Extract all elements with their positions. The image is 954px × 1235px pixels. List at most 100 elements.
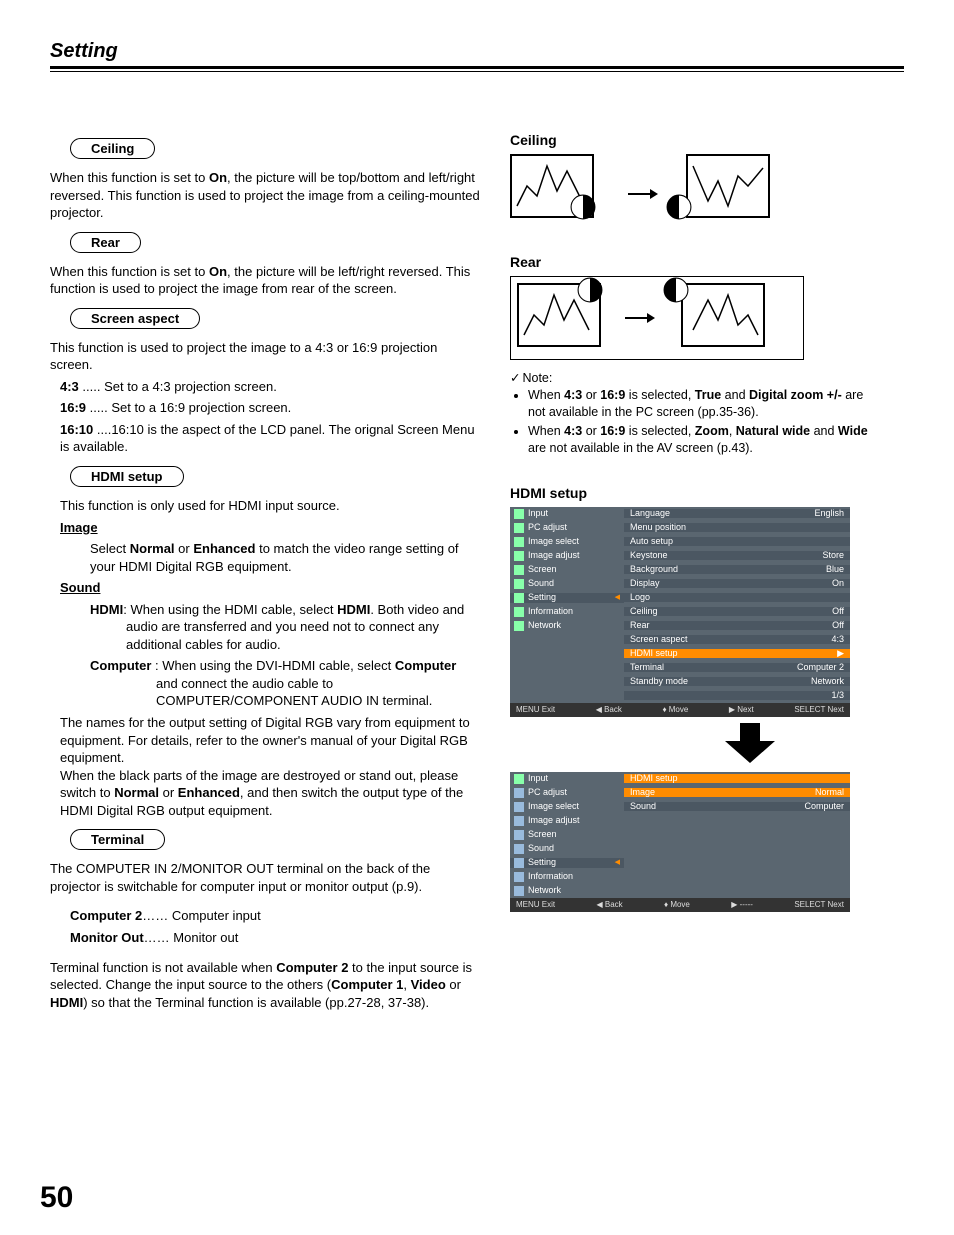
hdmi-sound-computer: Computer : When using the DVI-HDMI cable… — [90, 657, 480, 710]
menu-right-value: 4:3 — [831, 635, 844, 644]
menu-footer-item: ♦ Move — [662, 706, 688, 714]
section-ceiling-label: Ceiling — [70, 138, 155, 159]
menu-right-value: Network — [811, 677, 844, 686]
menu-row: Input Language English — [510, 507, 850, 521]
menu-right-label: Sound — [630, 802, 656, 811]
hdmi-setup-heading: HDMI setup — [510, 485, 870, 501]
menu-row: Screen aspect 4:3 — [510, 633, 850, 647]
menu-footer-item: MENU Exit — [516, 901, 555, 909]
menu-screenshot-1: Input Language English PC adjustMenu positi… — [510, 507, 850, 717]
menu-right-value: ▶ — [837, 649, 844, 658]
section-hdmi-label: HDMI setup — [70, 466, 184, 487]
left-column: Ceiling When this function is set to On,… — [50, 132, 480, 1015]
rear-text: When this function is set to On, the pic… — [50, 263, 480, 298]
hdmi-intro: This function is only used for HDMI inpu… — [60, 497, 480, 515]
menu-row: HDMI setup▶ — [510, 647, 850, 661]
hdmi-sound-label: Sound — [60, 579, 480, 597]
aspect-item: 16:9 ..... Set to a 16:9 projection scre… — [60, 399, 480, 417]
menu-footer-item: SELECT Next — [794, 706, 844, 714]
menu-right-label: Display — [630, 579, 660, 588]
note-block: ✓Note: When 4:3 or 16:9 is selected, Tru… — [510, 370, 870, 457]
menu-footer: MENU Exit◀ Back♦ Move▶ -----SELECT Next — [510, 898, 850, 912]
menu-header: HDMI setup — [630, 774, 678, 783]
menu-right-value: Blue — [826, 565, 844, 574]
menu-item-icon — [514, 537, 524, 547]
menu-row: Standby mode Network — [510, 675, 850, 689]
page-number: 50 — [40, 1181, 73, 1215]
hdmi-image-text: Select Normal or Enhanced to match the v… — [90, 540, 480, 575]
terminal-note: Terminal function is not available when … — [50, 959, 480, 1012]
menu-row: PC adjustMenu position — [510, 521, 850, 535]
menu-row: Network — [510, 884, 850, 898]
menu-right-label: Language — [630, 509, 670, 518]
menu-row: Image adjustKeystoneStore — [510, 549, 850, 563]
ceiling-heading: Ceiling — [510, 132, 870, 148]
hdmi-para2: The names for the output setting of Digi… — [60, 714, 480, 819]
menu-item-icon — [514, 621, 524, 631]
menu-footer-item: MENU Exit — [516, 706, 555, 714]
arrow-right-icon — [628, 187, 658, 201]
menu-row: PC adjustImageNormal — [510, 786, 850, 800]
menu-right-label: Terminal — [630, 663, 664, 672]
terminal-opt: Computer 2…… Computer input — [70, 907, 480, 925]
menu-item-icon — [514, 523, 524, 533]
menu-right-value: Off — [832, 621, 844, 630]
menu-left-item: Setting — [528, 593, 556, 602]
menu-right-label: Ceiling — [630, 607, 658, 616]
menu-right-value: Computer — [804, 802, 844, 811]
menu-row: ScreenBackgroundBlue — [510, 563, 850, 577]
right-column: Ceiling Rear — [510, 132, 870, 1015]
menu-footer-item: ♦ Move — [664, 901, 690, 909]
terminal-opt: Monitor Out…… Monitor out — [70, 929, 480, 947]
arrow-down-icon — [630, 723, 870, 766]
menu-item-icon — [514, 607, 524, 617]
menu-left-item: Screen — [528, 565, 557, 574]
menu-right-value: English — [814, 509, 844, 518]
hdmi-sound-hdmi: HDMI: When using the HDMI cable, select … — [90, 601, 480, 654]
menu-item-icon — [514, 593, 524, 603]
menu-footer-item: ◀ Back — [596, 706, 622, 714]
section-aspect-label: Screen aspect — [70, 308, 200, 329]
menu-right-label: Auto setup — [630, 537, 673, 546]
menu-left-item: Information — [528, 607, 573, 616]
menu-row: Image select Auto setup — [510, 535, 850, 549]
terminal-intro: The COMPUTER IN 2/MONITOR OUT terminal o… — [50, 860, 480, 895]
menu-right-label: Rear — [630, 621, 650, 630]
menu-right-label: Logo — [630, 593, 650, 602]
menu-row: Information — [510, 870, 850, 884]
section-rear-label: Rear — [70, 232, 141, 253]
ceiling-text: When this function is set to On, the pic… — [50, 169, 480, 222]
arrow-right-icon — [625, 311, 655, 325]
menu-item-icon — [514, 509, 524, 519]
menu-left-item: Sound — [528, 579, 554, 588]
menu-left-item: Image select — [528, 537, 579, 546]
menu-row: Terminal Computer 2 — [510, 661, 850, 675]
ceiling-diagram — [510, 154, 870, 234]
menu-right-label: Keystone — [630, 551, 668, 560]
menu-right-value: Off — [832, 607, 844, 616]
aspect-intro: This function is used to project the ima… — [50, 339, 480, 374]
menu-item-icon — [514, 565, 524, 575]
rear-diagram — [510, 276, 804, 360]
menu-footer: MENU Exit◀ Back♦ Move▶ NextSELECT Next — [510, 703, 850, 717]
menu-row: SoundDisplayOn — [510, 577, 850, 591]
menu-right-label: Menu position — [630, 523, 686, 532]
menu-row: NetworkRearOff — [510, 619, 850, 633]
check-icon: ✓ — [510, 371, 520, 385]
menu-right-label: Screen aspect — [630, 635, 688, 644]
menu-right-value: Computer 2 — [797, 663, 844, 672]
menu-right-label: Standby mode — [630, 677, 688, 686]
menu-item-icon — [514, 551, 524, 561]
aspect-item: 4:3 ..... Set to a 4:3 projection screen… — [60, 378, 480, 396]
menu-left-item: Input — [528, 509, 548, 518]
menu-row: Sound — [510, 842, 850, 856]
menu-row: Setting Logo — [510, 591, 850, 605]
page-title: Setting — [50, 40, 904, 63]
note-item: When 4:3 or 16:9 is selected, Zoom, Natu… — [528, 423, 870, 457]
menu-left-item: Image adjust — [528, 551, 580, 560]
menu-right-value: 1/3 — [831, 691, 844, 700]
note-item: When 4:3 or 16:9 is selected, True and D… — [528, 387, 870, 421]
menu-item-icon — [514, 579, 524, 589]
menu-row: 1/3 — [510, 689, 850, 703]
menu-row: Information Ceiling Off — [510, 605, 850, 619]
